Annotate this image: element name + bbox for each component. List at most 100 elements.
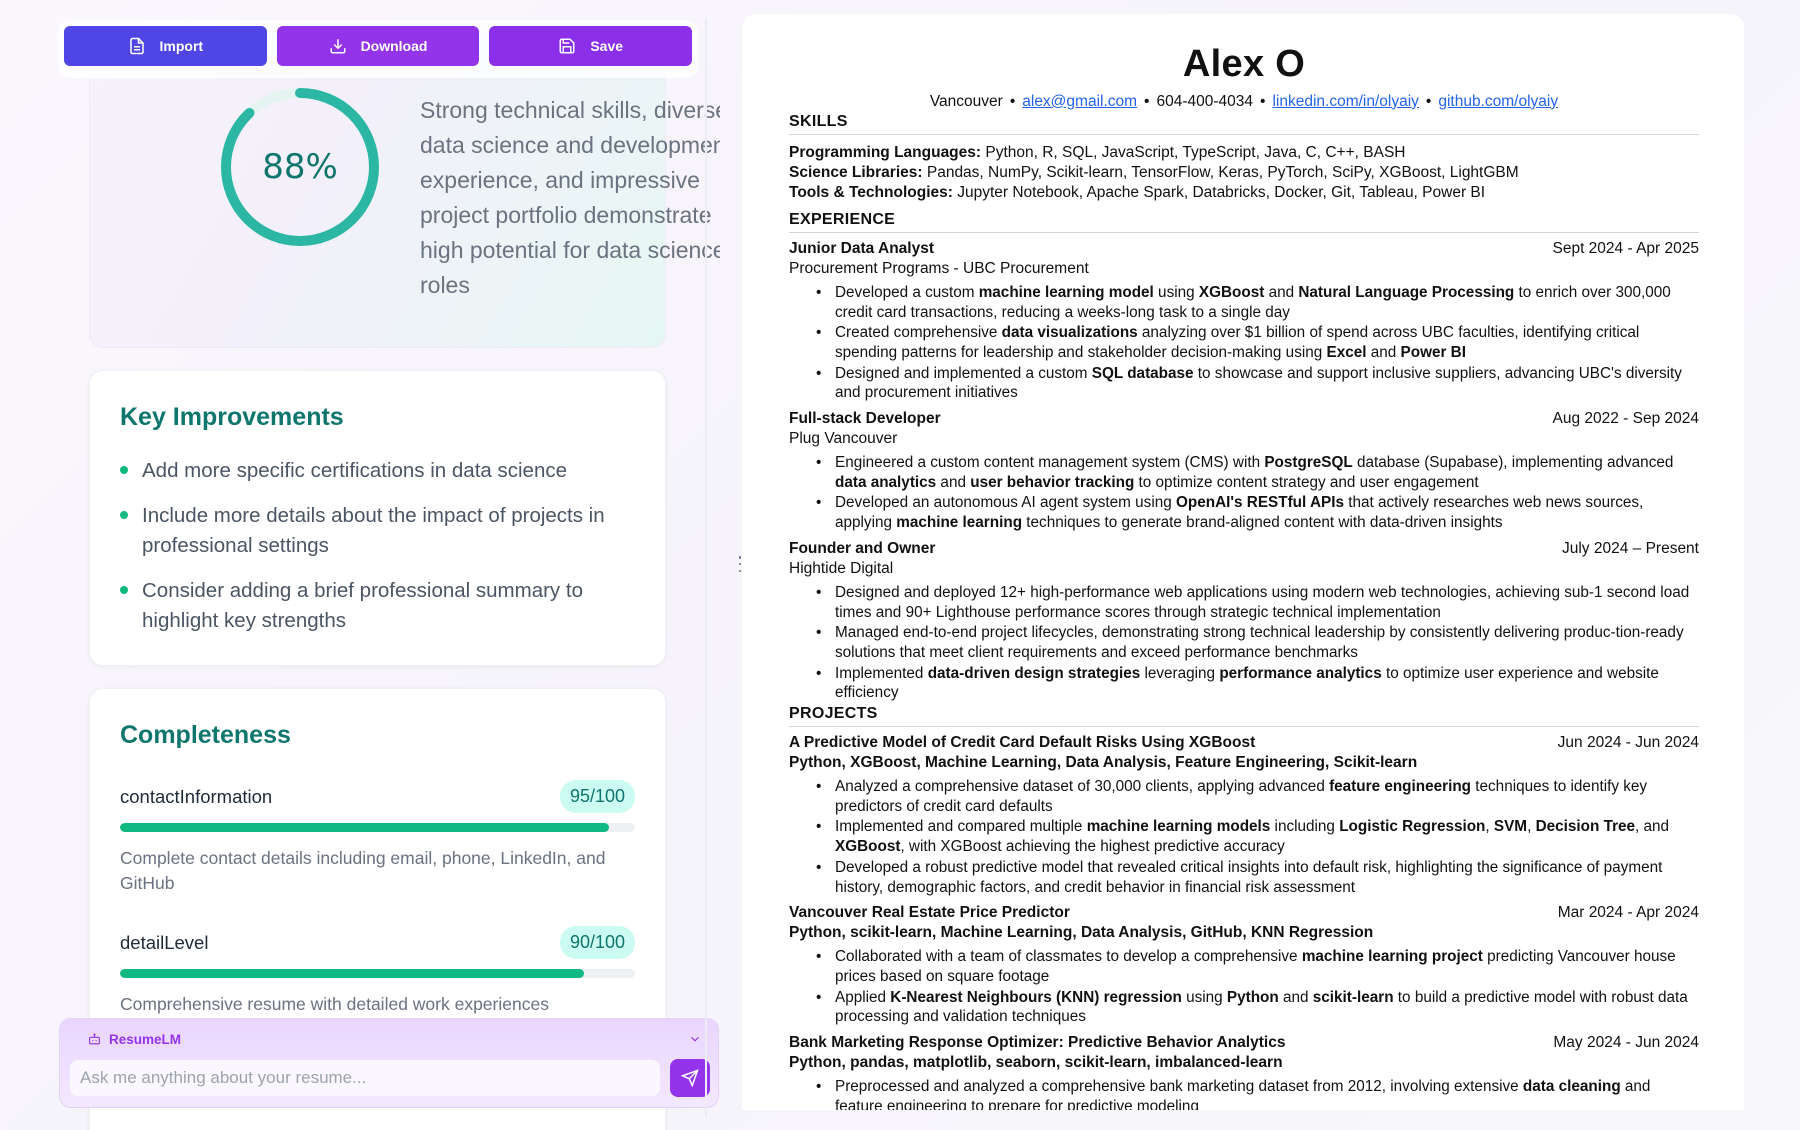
- skill-label: Programming Languages:: [789, 143, 982, 161]
- bullet-dot-icon: [120, 511, 128, 519]
- chevron-down-icon[interactable]: [688, 1032, 702, 1046]
- bullet-emphasis: Excel: [1326, 343, 1367, 361]
- bullet-emphasis: Decision Tree: [1535, 818, 1636, 836]
- save-button[interactable]: Save: [489, 26, 693, 66]
- bullet-point: Designed and deployed 12+ high-performan…: [816, 583, 1699, 622]
- bullet-text: , and: [1635, 818, 1670, 836]
- metric-progress-fill: [120, 969, 584, 978]
- section-heading-experience: EXPERIENCE: [789, 211, 1699, 233]
- bullet-emphasis: Power BI: [1400, 343, 1466, 361]
- score-ring: 88%: [219, 86, 381, 248]
- bullet-emphasis: scikit-learn: [1312, 988, 1394, 1006]
- entry-tech-stack: Python, scikit-learn, Machine Learning, …: [789, 924, 1374, 942]
- resume-contact-line: Vancouver • alex@gmail.com • 604-400-4034 • li…: [789, 93, 1699, 111]
- grip-dot-icon: [738, 556, 742, 559]
- bullet-emphasis: performance analytics: [1219, 664, 1382, 682]
- skill-row: Programming Languages: Python, R, SQL, J…: [789, 143, 1699, 163]
- bullet-point: Applied K-Nearest Neighbours (KNN) regre…: [816, 988, 1699, 1027]
- save-icon: [559, 38, 575, 54]
- bullet-text: Implemented and compared multiple: [835, 818, 1087, 836]
- bullet-text: ,: [1527, 818, 1536, 836]
- entry-bullets: Preprocessed and analyzed a comprehensiv…: [789, 1077, 1699, 1110]
- project-entry: Bank Marketing Response Optimizer: Predi…: [789, 1033, 1699, 1110]
- experience-entry: Full-stack Developer Aug 2022 - Sep 2024 P…: [789, 409, 1699, 533]
- skill-row: Science Libraries: Pandas, NumPy, Scikit…: [789, 163, 1699, 183]
- entry-bullets: Designed and deployed 12+ high-performan…: [789, 583, 1699, 703]
- contact-phone: 604-400-4034: [1156, 92, 1254, 110]
- bullet-point: Collaborated with a team of classmates t…: [816, 947, 1699, 986]
- bullet-emphasis: XGBoost: [1198, 283, 1265, 301]
- bullet-text: leveraging: [1140, 664, 1220, 682]
- bullet-emphasis: XGBoost: [835, 838, 901, 856]
- bullet-text: Applied: [835, 988, 891, 1006]
- bullet-point: Engineered a custom content management s…: [816, 453, 1699, 492]
- bullet-emphasis: data analytics: [835, 473, 937, 491]
- entry-title: A Predictive Model of Credit Card Defaul…: [789, 734, 1256, 752]
- bullet-text: and: [936, 473, 971, 491]
- metric-progress-bar: [120, 823, 635, 832]
- experience-entry: Junior Data Analyst Sept 2024 - Apr 2025 P…: [789, 239, 1699, 403]
- entry-title: Bank Marketing Response Optimizer: Predi…: [789, 1034, 1286, 1052]
- bullet-text: Implemented: [835, 664, 928, 682]
- entry-bullets: Developed a custom machine learning mode…: [789, 283, 1699, 403]
- bullet-emphasis: feature engineering: [1329, 778, 1472, 796]
- improvement-text: Consider adding a brief professional sum…: [142, 579, 583, 632]
- bullet-emphasis: machine learning model: [978, 283, 1154, 301]
- metric-progress-bar: [120, 969, 635, 978]
- metric-description: Comprehensive resume with detailed work …: [120, 994, 549, 1014]
- entry-bullets: Engineered a custom content management s…: [789, 453, 1699, 533]
- entry-header: Vancouver Real Estate Price Predictor Mar…: [789, 903, 1699, 923]
- metric-name: detailLevel: [120, 931, 209, 953]
- bullet-point: Developed an autonomous AI agent system …: [816, 493, 1699, 532]
- metric-item: detailLevel 90/100 Comprehensive resume …: [120, 926, 635, 1017]
- contact-github-link[interactable]: github.com/olyaiy: [1438, 93, 1558, 110]
- bullet-point: Designed and implemented a custom SQL da…: [816, 364, 1699, 403]
- skill-value: Jupyter Notebook, Apache Spark, Databric…: [957, 183, 1486, 201]
- entry-company: Procurement Programs - UBC Procurement: [789, 259, 1089, 277]
- import-button[interactable]: Import: [64, 26, 267, 66]
- send-button[interactable]: [670, 1059, 710, 1097]
- score-percentage: 88%: [262, 147, 338, 187]
- bullet-text: Managed end-to-end project lifecycles, d…: [835, 624, 1684, 661]
- chat-title: ResumeLM: [109, 1031, 182, 1047]
- metric-item: contactInformation 95/100 Complete conta…: [120, 780, 635, 896]
- bullet-text: Engineered a custom content management s…: [835, 454, 1265, 472]
- bullet-text: and: [1278, 988, 1313, 1006]
- resume-name: Alex O: [1182, 43, 1306, 85]
- bullet-emphasis: SVM: [1493, 818, 1528, 836]
- entry-date: July 2024 – Present: [1561, 539, 1699, 557]
- send-icon: [681, 1069, 699, 1087]
- bullet-point: Analyzed a comprehensive dataset of 30,0…: [816, 777, 1699, 816]
- bullet-text: Preprocessed and analyzed a comprehensiv…: [835, 1078, 1523, 1096]
- bullet-text: and: [1264, 283, 1299, 301]
- bullet-emphasis: K-Nearest Neighbours (KNN) regression: [890, 988, 1182, 1006]
- contact-linkedin-link[interactable]: linkedin.com/in/olyaiy: [1272, 93, 1418, 110]
- bullet-text: Designed and deployed 12+ high-performan…: [835, 583, 1690, 621]
- save-label: Save: [590, 38, 624, 54]
- bullet-point: Preprocessed and analyzed a comprehensiv…: [816, 1077, 1699, 1110]
- section-heading-skills: SKILLS: [789, 113, 1699, 135]
- download-label: Download: [360, 38, 428, 54]
- improvements-list: Add more specific certifications in data…: [120, 456, 635, 636]
- entry-title: Vancouver Real Estate Price Predictor: [789, 904, 1070, 922]
- entry-title: Junior Data Analyst: [789, 239, 934, 257]
- entry-header: Founder and Owner July 2024 – Present: [789, 539, 1699, 559]
- contact-email-link[interactable]: alex@gmail.com: [1022, 93, 1137, 110]
- grip-dot-icon: [738, 562, 742, 566]
- chat-input[interactable]: [70, 1060, 660, 1096]
- bullet-emphasis: machine learning: [896, 514, 1023, 532]
- bullet-text: Collaborated with a team of classmates t…: [835, 948, 1302, 966]
- skill-row: Tools & Technologies: Jupyter Notebook, …: [789, 183, 1699, 203]
- improvement-text: Add more specific certifications in data…: [142, 459, 568, 482]
- download-button[interactable]: Download: [276, 26, 480, 66]
- metric-score-badge: 90/100: [559, 926, 635, 959]
- chat-header[interactable]: ResumeLM: [60, 1019, 718, 1059]
- entry-title: Full-stack Developer: [789, 410, 941, 428]
- bullet-text: Designed and implemented a custom: [835, 364, 1092, 382]
- bullet-emphasis: data-driven design strategies: [927, 664, 1141, 682]
- bullet-text: , with XGBoost achieving the highest pre…: [900, 838, 1285, 856]
- skill-label: Science Libraries:: [789, 163, 923, 181]
- list-item: Add more specific certifications in data…: [120, 456, 635, 486]
- contact-separator: •: [1009, 92, 1016, 110]
- bullet-emphasis: data visualizations: [1001, 324, 1138, 342]
